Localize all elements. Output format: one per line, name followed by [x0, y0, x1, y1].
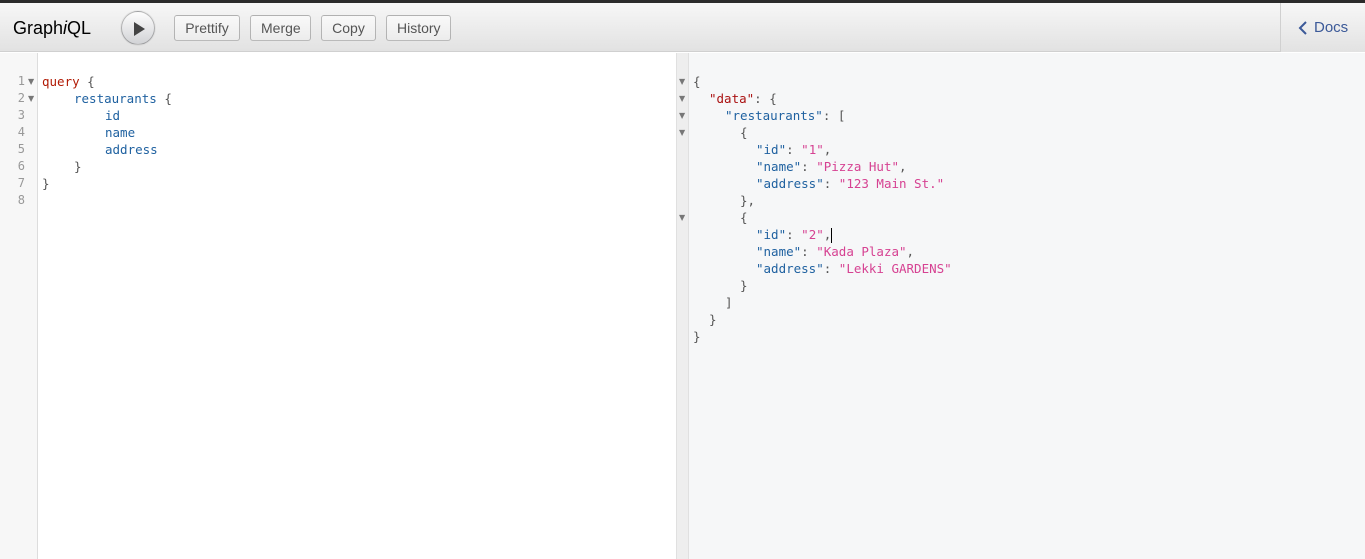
json-bracket: ]: [725, 295, 733, 310]
merge-button[interactable]: Merge: [250, 15, 311, 41]
query-line-4: name: [105, 124, 135, 141]
query-line-7: }: [42, 175, 50, 192]
line-number: 7: [17, 176, 25, 190]
json-line-name: "name": "Kada Plaza",: [756, 244, 915, 259]
json-value: "Lekki GARDENS": [838, 261, 952, 276]
json-brace: {: [740, 210, 748, 225]
logo-suffix: QL: [67, 18, 92, 38]
json-line-data: "data": {: [709, 91, 777, 106]
json-key: "data": [709, 91, 755, 106]
chevron-left-icon: [1298, 21, 1307, 35]
graphiql-logo: GraphiQL: [13, 18, 91, 39]
fold-toggle-icon[interactable]: ▼: [28, 90, 34, 107]
brace: {: [156, 91, 172, 106]
json-value: "Pizza Hut": [816, 159, 900, 174]
json-line-id: "id": "1",: [756, 142, 832, 157]
play-icon: [134, 22, 145, 36]
brace: }: [74, 159, 82, 174]
json-line-restaurants: "restaurants": [: [725, 108, 846, 123]
line-number: 1: [17, 74, 25, 88]
docs-label: Docs: [1314, 19, 1349, 36]
query-line-1: query {: [42, 73, 95, 90]
history-button[interactable]: History: [386, 15, 451, 41]
fold-toggle-icon[interactable]: ▼: [679, 73, 685, 90]
line-number: 8: [17, 193, 25, 207]
copy-button[interactable]: Copy: [321, 15, 376, 41]
fold-toggle-icon[interactable]: ▼: [679, 107, 685, 124]
query-keyword: query: [42, 74, 80, 89]
execute-query-button[interactable]: [121, 11, 155, 45]
query-line-6: }: [74, 158, 82, 175]
query-editor[interactable]: query { restaurants { id name address } …: [38, 53, 676, 559]
json-brace: {: [693, 74, 701, 89]
field-restaurants: restaurants: [74, 91, 157, 106]
query-line-3: id: [105, 107, 120, 124]
fold-toggle-icon[interactable]: ▼: [679, 124, 685, 141]
result-viewer[interactable]: { "data": { "restaurants": [ { "id": "1"…: [689, 53, 1365, 559]
query-line-5: address: [105, 141, 158, 158]
line-number: 6: [17, 159, 25, 173]
query-line-gutter: 1 2 3 4 5 6 7 8 ▼ ▼: [0, 53, 38, 559]
result-fold-gutter: ▼ ▼ ▼ ▼ ▼: [677, 53, 689, 559]
json-value: "Kada Plaza": [816, 244, 907, 259]
json-key: "name": [756, 244, 802, 259]
json-line-id: "id": "2",: [756, 227, 833, 243]
logo-prefix: Graph: [13, 18, 64, 38]
json-line-address: "address": "123 Main St.": [756, 176, 945, 191]
docs-button[interactable]: Docs: [1280, 3, 1365, 52]
brace: }: [42, 176, 50, 191]
json-brace: {: [740, 125, 748, 140]
json-brace: },: [740, 193, 756, 208]
json-key: "restaurants": [725, 108, 823, 123]
field-id: id: [105, 108, 121, 123]
json-key: "id": [756, 227, 787, 242]
fold-toggle-icon[interactable]: ▼: [28, 73, 34, 90]
prettify-button[interactable]: Prettify: [174, 15, 240, 41]
json-value: "123 Main St.": [838, 176, 945, 191]
query-line-2: restaurants {: [74, 90, 172, 107]
json-value: "2": [801, 227, 824, 242]
json-line-name: "name": "Pizza Hut",: [756, 159, 907, 174]
toolbar: GraphiQL Prettify Merge Copy History: [0, 3, 1365, 52]
field-address: address: [105, 142, 158, 157]
fold-toggle-icon[interactable]: ▼: [679, 209, 685, 226]
fold-toggle-icon[interactable]: ▼: [679, 90, 685, 107]
text-cursor: [831, 228, 833, 243]
json-key: "address": [756, 261, 824, 276]
field-name: name: [105, 125, 136, 140]
json-brace: }: [709, 312, 717, 327]
line-number: 5: [17, 142, 25, 156]
json-value: "1": [801, 142, 824, 157]
json-key: "name": [756, 159, 802, 174]
line-number: 4: [17, 125, 25, 139]
brace: {: [79, 74, 95, 89]
json-key: "address": [756, 176, 824, 191]
line-number: 3: [17, 108, 25, 122]
json-brace: }: [693, 329, 701, 344]
json-key: "id": [756, 142, 787, 157]
json-brace: }: [740, 278, 748, 293]
line-number: 2: [17, 91, 25, 105]
json-line-address: "address": "Lekki GARDENS": [756, 261, 952, 276]
